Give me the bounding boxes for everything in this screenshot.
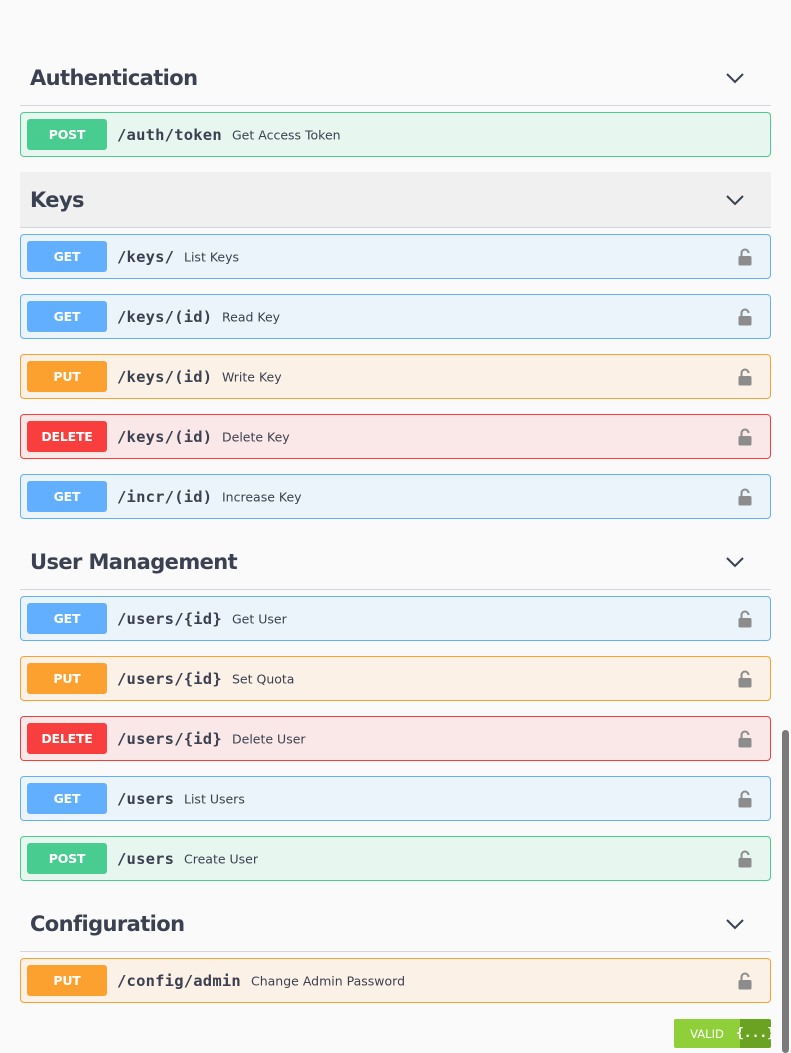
section-configuration: Configuration PUT /config/admin Change A… [20, 896, 771, 1003]
operation-summary: Get Access Token [232, 127, 341, 142]
operation-path: /keys/(id) [117, 307, 213, 326]
operation-summary: Read Key [222, 309, 281, 324]
method-badge: POST [27, 119, 107, 150]
operation-get-incr[interactable]: GET /incr/(id) Increase Key [20, 474, 771, 519]
operation-path: /users/{id} [117, 609, 222, 628]
operation-delete-user[interactable]: DELETE /users/{id} Delete User [20, 716, 771, 761]
lock-icon[interactable] [738, 610, 752, 628]
operation-get-user[interactable]: GET /users/{id} Get User [20, 596, 771, 641]
lock-icon[interactable] [738, 670, 752, 688]
lock-icon[interactable] [738, 428, 752, 446]
section-title: Authentication [30, 65, 198, 90]
operation-summary: Create User [184, 851, 258, 866]
method-badge: PUT [27, 361, 107, 392]
operation-summary: Write Key [222, 369, 282, 384]
operation-summary: List Users [184, 791, 245, 806]
operation-put-user[interactable]: PUT /users/{id} Set Quota [20, 656, 771, 701]
section-header-configuration[interactable]: Configuration [20, 896, 771, 952]
operation-path: /incr/(id) [117, 487, 213, 506]
method-badge: PUT [27, 965, 107, 996]
operation-summary: Delete Key [222, 429, 290, 444]
lock-icon[interactable] [738, 730, 752, 748]
chevron-down-icon[interactable] [725, 72, 745, 84]
method-badge: GET [27, 603, 107, 634]
lock-icon[interactable] [738, 972, 752, 990]
lock-icon[interactable] [738, 488, 752, 506]
method-badge: GET [27, 301, 107, 332]
section-header-authentication[interactable]: Authentication [20, 50, 771, 106]
chevron-down-icon[interactable] [725, 918, 745, 930]
operation-summary: Set Quota [232, 671, 295, 686]
lock-icon[interactable] [738, 850, 752, 868]
operation-get-key[interactable]: GET /keys/(id) Read Key [20, 294, 771, 339]
operation-delete-key[interactable]: DELETE /keys/(id) Delete Key [20, 414, 771, 459]
chevron-down-icon[interactable] [725, 556, 745, 568]
method-badge: GET [27, 783, 107, 814]
operation-post-users[interactable]: POST /users Create User [20, 836, 771, 881]
method-badge: GET [27, 481, 107, 512]
validator-label: VALID [674, 1019, 740, 1048]
validator-badge[interactable]: VALID {...} [674, 1019, 771, 1048]
section-authentication: Authentication POST /auth/token Get Acce… [20, 50, 771, 157]
operation-path: /keys/(id) [117, 367, 213, 386]
operation-path: /users [117, 789, 175, 808]
lock-icon[interactable] [738, 368, 752, 386]
section-keys: Keys GET /keys/ List Keys GET /keys/(id)… [20, 172, 771, 519]
operation-path: /keys/(id) [117, 427, 213, 446]
section-title: Configuration [30, 911, 185, 936]
operation-path: /users/{id} [117, 669, 222, 688]
section-user-management: User Management GET /users/{id} Get User… [20, 534, 771, 881]
operation-summary: Increase Key [222, 489, 302, 504]
operation-get-keys[interactable]: GET /keys/ List Keys [20, 234, 771, 279]
method-badge: PUT [27, 663, 107, 694]
lock-icon[interactable] [738, 790, 752, 808]
operation-path: /config/admin [117, 971, 241, 990]
operation-path: /users [117, 849, 175, 868]
operation-path: /auth/token [117, 125, 222, 144]
section-header-keys[interactable]: Keys [20, 172, 771, 228]
method-badge: POST [27, 843, 107, 874]
method-badge: GET [27, 241, 107, 272]
operation-path: /keys/ [117, 247, 175, 266]
section-title: User Management [30, 549, 238, 574]
operation-summary: Delete User [232, 731, 306, 746]
scrollbar-thumb[interactable] [782, 730, 789, 1053]
operation-path: /users/{id} [117, 729, 222, 748]
operation-summary: Get User [232, 611, 287, 626]
operation-put-key[interactable]: PUT /keys/(id) Write Key [20, 354, 771, 399]
operation-get-users[interactable]: GET /users List Users [20, 776, 771, 821]
chevron-down-icon[interactable] [725, 194, 745, 206]
json-braces-icon: {...} [736, 1019, 771, 1048]
lock-icon[interactable] [738, 308, 752, 326]
operation-summary: Change Admin Password [251, 973, 406, 988]
operation-summary: List Keys [184, 249, 239, 264]
operation-post-auth-token[interactable]: POST /auth/token Get Access Token [20, 112, 771, 157]
section-header-user-management[interactable]: User Management [20, 534, 771, 590]
method-badge: DELETE [27, 723, 107, 754]
section-title: Keys [30, 187, 85, 212]
method-badge: DELETE [27, 421, 107, 452]
lock-icon[interactable] [738, 248, 752, 266]
operation-put-config-admin[interactable]: PUT /config/admin Change Admin Password [20, 958, 771, 1003]
